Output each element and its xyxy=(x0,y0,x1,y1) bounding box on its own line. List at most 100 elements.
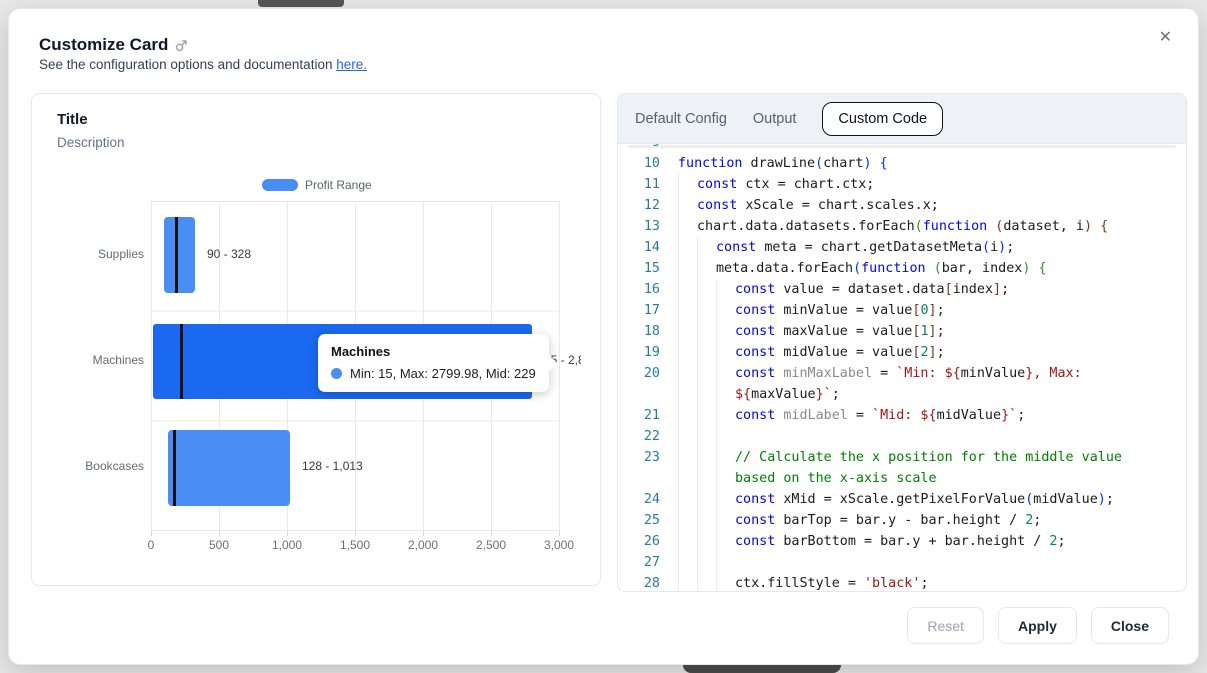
indent-guide xyxy=(716,426,717,447)
indent-guide xyxy=(678,237,679,258)
indent-guide xyxy=(678,426,679,447)
indent-guide xyxy=(716,447,717,489)
code-line[interactable]: 9 xyxy=(626,144,1186,153)
close-icon[interactable]: ✕ xyxy=(1153,21,1178,53)
indent-guide xyxy=(697,573,698,592)
code-line[interactable]: 28ctx.fillStyle = 'black'; xyxy=(626,573,1186,592)
modal-title: Customize Card xyxy=(39,35,168,55)
indent-guide xyxy=(678,258,679,279)
code-line[interactable]: 13chart.data.datasets.forEach(function (… xyxy=(626,216,1186,237)
line-number: 15 xyxy=(626,258,660,279)
chart-tooltip: Machines Min: 15, Max: 2799.98, Mid: 229 xyxy=(318,334,549,392)
code-line[interactable]: 15meta.data.forEach(function (bar, index… xyxy=(626,258,1186,279)
line-number: 18 xyxy=(626,321,660,342)
x-tick-1000: 1,000 xyxy=(257,538,317,552)
code-line[interactable]: 11const ctx = chart.ctx; xyxy=(626,174,1186,195)
indent-guide xyxy=(697,426,698,447)
code-line[interactable]: 10function drawLine(chart) { xyxy=(626,153,1186,174)
code-line[interactable]: 18const maxValue = value[1]; xyxy=(626,321,1186,342)
y-label-supplies: Supplies xyxy=(52,247,144,261)
indent-guide xyxy=(716,363,717,405)
indent-guide xyxy=(678,195,679,216)
bar-bookcases[interactable] xyxy=(168,430,290,506)
line-number: 9 xyxy=(626,144,660,153)
indent-guide xyxy=(716,552,717,573)
indent-guide xyxy=(697,342,698,363)
tooltip-caret xyxy=(549,355,557,371)
line-number: 26 xyxy=(626,531,660,552)
indent-guide xyxy=(697,321,698,342)
legend-label: Profit Range xyxy=(305,178,372,192)
tab-custom-code[interactable]: Custom Code xyxy=(822,102,943,136)
indent-guide xyxy=(678,321,679,342)
indent-guide xyxy=(716,321,717,342)
x-tick-500: 500 xyxy=(189,538,249,552)
indent-guide xyxy=(697,552,698,573)
subtitle-text: See the configuration options and docume… xyxy=(39,57,336,72)
tab-default-config[interactable]: Default Config xyxy=(635,111,727,127)
code-line[interactable]: 22 xyxy=(626,426,1186,447)
indent-guide xyxy=(697,237,698,258)
reset-button[interactable]: Reset xyxy=(907,607,984,644)
code-editor[interactable]: 910function drawLine(chart) {11const ctx… xyxy=(618,144,1186,592)
x-tick-2500: 2,500 xyxy=(461,538,521,552)
indent-guide xyxy=(697,405,698,426)
link-icon[interactable] xyxy=(175,39,188,52)
code-line[interactable]: 12const xScale = chart.scales.x; xyxy=(626,195,1186,216)
indent-guide xyxy=(697,447,698,489)
x-tick-2000: 2,000 xyxy=(393,538,453,552)
tooltip-title: Machines xyxy=(331,344,536,359)
code-line[interactable]: 24const xMid = xScale.getPixelForValue(m… xyxy=(626,489,1186,510)
bar-supplies[interactable] xyxy=(164,217,195,293)
code-line[interactable]: 25const barTop = bar.y - bar.height / 2; xyxy=(626,510,1186,531)
modal-footer: Reset Apply Close xyxy=(907,607,1169,644)
apply-button[interactable]: Apply xyxy=(998,607,1077,644)
line-number: 27 xyxy=(626,552,660,573)
code-line[interactable]: 17const minValue = value[0]; xyxy=(626,300,1186,321)
code-line[interactable]: 20const minMaxLabel = `Min: ${minValue},… xyxy=(626,363,1186,405)
x-tick-0: 0 xyxy=(121,538,181,552)
bar-machines-mid-marker xyxy=(180,324,183,399)
indent-guide xyxy=(716,279,717,300)
chart-legend[interactable]: Profit Range xyxy=(262,178,372,192)
indent-guide xyxy=(716,489,717,510)
code-line[interactable]: 19const midValue = value[2]; xyxy=(626,342,1186,363)
documentation-link[interactable]: here. xyxy=(336,57,367,72)
line-number: 28 xyxy=(626,573,660,592)
y-label-machines: Machines xyxy=(52,353,144,367)
indent-guide xyxy=(678,279,679,300)
indent-guide xyxy=(678,552,679,573)
code-lines: 910function drawLine(chart) {11const ctx… xyxy=(618,144,1186,592)
line-number: 23 xyxy=(626,447,660,489)
code-line[interactable]: 14const meta = chart.getDatasetMeta(i); xyxy=(626,237,1186,258)
modal-subtitle: See the configuration options and docume… xyxy=(39,57,367,72)
indent-guide xyxy=(697,258,698,279)
tab-output[interactable]: Output xyxy=(753,111,797,127)
customize-card-modal: Customize Card See the configuration opt… xyxy=(8,8,1199,665)
indent-guide xyxy=(678,216,679,237)
indent-guide xyxy=(678,174,679,195)
code-line[interactable]: 23// Calculate the x position for the mi… xyxy=(626,447,1186,489)
code-line[interactable]: 26const barBottom = bar.y + bar.height /… xyxy=(626,531,1186,552)
indent-guide xyxy=(678,300,679,321)
preview-title: Title xyxy=(57,111,88,128)
indent-guide xyxy=(697,300,698,321)
indent-guide xyxy=(716,510,717,531)
code-panel: Default Config Output Custom Code 910fun… xyxy=(617,93,1187,592)
close-button[interactable]: Close xyxy=(1091,607,1169,644)
line-number: 17 xyxy=(626,300,660,321)
line-number: 10 xyxy=(626,153,660,174)
code-line[interactable]: 21const midLabel = `Mid: ${midValue}`; xyxy=(626,405,1186,426)
bar-label-bookcases: 128 - 1,013 xyxy=(302,459,363,473)
legend-swatch xyxy=(262,179,298,191)
modal-title-row: Customize Card xyxy=(39,35,188,55)
line-number: 20 xyxy=(626,363,660,405)
line-number: 24 xyxy=(626,489,660,510)
code-line[interactable]: 16const value = dataset.data[index]; xyxy=(626,279,1186,300)
line-number: 14 xyxy=(626,237,660,258)
line-number: 12 xyxy=(626,195,660,216)
x-axis-tickmarks xyxy=(151,531,561,536)
bar-bookcases-mid-marker xyxy=(173,430,176,506)
code-line[interactable]: 27 xyxy=(626,552,1186,573)
x-tick-1500: 1,500 xyxy=(325,538,385,552)
